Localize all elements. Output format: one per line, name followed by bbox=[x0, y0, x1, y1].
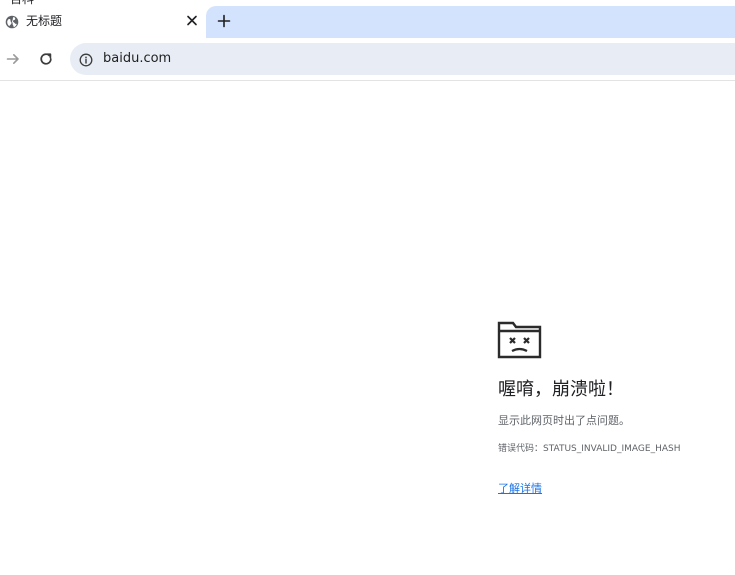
address-bar[interactable]: baidu.com bbox=[70, 43, 735, 75]
tab-untitled[interactable]: 无标题 bbox=[0, 6, 206, 36]
tab-bar: 无标题 bbox=[0, 6, 735, 38]
url-text[interactable]: baidu.com bbox=[103, 50, 171, 68]
arrow-right-icon bbox=[6, 54, 19, 64]
error-code: 错误代码：STATUS_INVALID_IMAGE_HASH bbox=[498, 444, 681, 454]
browser-window: 百科 无标题 bbox=[0, 0, 735, 575]
globe-icon bbox=[5, 14, 19, 29]
reload-button[interactable] bbox=[37, 50, 55, 68]
info-icon[interactable] bbox=[79, 52, 93, 67]
plus-icon bbox=[217, 14, 231, 28]
error-description: 显示此网页时出了点问题。 bbox=[498, 414, 630, 427]
new-tab-button[interactable] bbox=[215, 12, 233, 30]
error-page: 喔唷，崩溃啦！ 显示此网页时出了点问题。 错误代码：STATUS_INVALID… bbox=[0, 81, 735, 575]
close-icon[interactable] bbox=[185, 12, 199, 28]
error-heading: 喔唷，崩溃啦！ bbox=[498, 379, 624, 400]
forward-button[interactable] bbox=[5, 51, 21, 67]
tab-strip-background bbox=[206, 6, 735, 38]
toolbar: baidu.com bbox=[0, 38, 735, 81]
learn-more-link[interactable]: 了解详情 bbox=[498, 481, 542, 497]
reload-icon bbox=[40, 53, 52, 65]
tab-title: 无标题 bbox=[26, 14, 63, 28]
sad-folder-icon bbox=[497, 320, 543, 360]
